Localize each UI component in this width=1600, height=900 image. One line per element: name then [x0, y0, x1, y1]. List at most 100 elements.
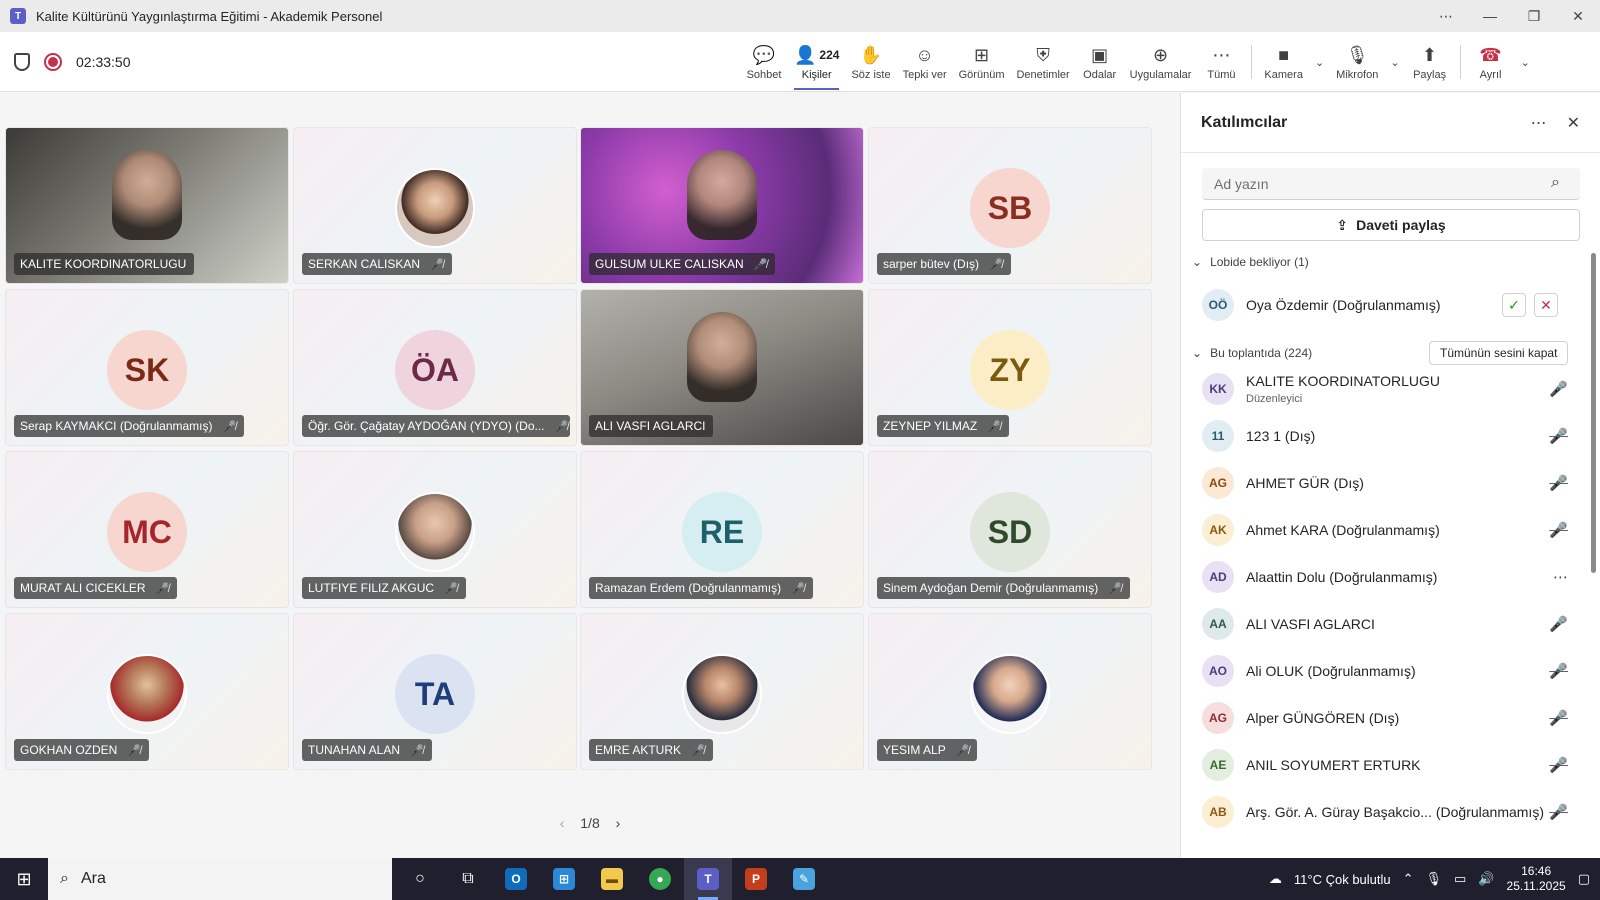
chevron-up-icon[interactable]: ⌃	[1403, 871, 1414, 887]
participant-avatar: SB	[970, 168, 1050, 248]
microphone-icon[interactable]: 🎙	[1426, 871, 1443, 887]
participant-avatar: AB	[1202, 796, 1234, 828]
share-invite-button[interactable]: ⇪ Daveti paylaş	[1202, 209, 1580, 241]
windows-start-icon[interactable]: ⊞	[0, 858, 48, 900]
notifications-icon[interactable]: ▢	[1578, 871, 1590, 887]
search-icon: ⌕	[60, 870, 69, 887]
controls-button[interactable]: ⛨ Denetimler	[1010, 32, 1075, 92]
mic-muted-icon: 🎤̸	[155, 582, 170, 595]
apps-button[interactable]: ⊕ Uygulamalar	[1124, 32, 1198, 92]
more-button[interactable]: ⋯ Tümü	[1197, 32, 1245, 92]
share-icon: ⇪	[1336, 216, 1349, 233]
participant-row[interactable]: AK Ahmet KARA (Doğrulanmamış) 🎤	[1202, 510, 1582, 550]
restore-button[interactable]: ❐	[1512, 0, 1556, 32]
page-indicator: 1/8	[580, 815, 600, 831]
participant-tile[interactable]: KALITE KOORDINATORLUGU	[5, 127, 289, 284]
participant-photo	[107, 654, 187, 734]
rooms-icon: ▣	[1091, 44, 1109, 65]
participant-tile[interactable]: LUTFIYE FILIZ AKGUC 🎤̸	[293, 451, 577, 608]
mic-options-chevron-icon[interactable]: ⌄	[1390, 56, 1399, 69]
participant-tile[interactable]: ZY ZEYNEP YILMAZ 🎤̸	[868, 289, 1152, 446]
mic-muted-icon: 🎤̸	[955, 744, 970, 757]
participant-tile[interactable]: RE Ramazan Erdem (Doğrulanmamış) 🎤̸	[580, 451, 864, 608]
network-icon[interactable]: ▭	[1454, 871, 1466, 887]
participant-tile[interactable]: ÖA Öğr. Gör. Çağatay AYDOĞAN (YDYO) (Do.…	[293, 289, 577, 446]
mic-button[interactable]: 🎙 Mikrofon	[1330, 32, 1384, 92]
mic-muted-icon: 🎤	[1549, 475, 1568, 492]
participant-tile[interactable]: ALI VASFI AGLARCI	[580, 289, 864, 446]
participant-tile[interactable]: SD Sinem Aydoğan Demir (Doğrulanmamış) 🎤̸	[868, 451, 1152, 608]
prev-page-chevron-icon[interactable]: ‹	[560, 815, 565, 831]
mic-muted-icon: 🎤̸	[127, 744, 142, 757]
more-options-icon[interactable]: ⋯	[1424, 0, 1468, 32]
panel-close-icon[interactable]: ✕	[1567, 113, 1580, 133]
participant-photo	[970, 654, 1050, 734]
close-window-button[interactable]: ✕	[1556, 0, 1600, 32]
deny-button[interactable]: ✕	[1534, 293, 1558, 317]
powerpoint-icon[interactable]: P	[732, 858, 780, 900]
chat-button[interactable]: 💬 Sohbet	[740, 32, 788, 92]
camera-options-chevron-icon[interactable]: ⌄	[1315, 56, 1324, 69]
lobby-section-toggle[interactable]: ⌄ Lobide bekliyor (1)	[1192, 255, 1309, 269]
participant-row[interactable]: AG Alper GÜNGÖREN (Dış) 🎤	[1202, 698, 1582, 738]
volume-icon[interactable]: 🔊	[1478, 871, 1494, 887]
minimize-button[interactable]: —	[1468, 0, 1512, 32]
participant-tile[interactable]: SERKAN CALISKAN 🎤̸	[293, 127, 577, 284]
participant-tile[interactable]: SK Serap KAYMAKCI (Doğrulanmamış) 🎤̸	[5, 289, 289, 446]
participant-nametag: Serap KAYMAKCI (Doğrulanmamış) 🎤̸	[14, 415, 245, 437]
task-view-grid-icon[interactable]: ⧉	[444, 858, 492, 900]
clock[interactable]: 16:46 25.11.2025	[1507, 864, 1566, 894]
weather-text[interactable]: 11°C Çok bulutlu	[1294, 872, 1391, 887]
participant-tile[interactable]: MC MURAT ALI CICEKLER 🎤̸	[5, 451, 289, 608]
outlook-icon[interactable]: O	[492, 858, 540, 900]
panel-title: Katılımcılar	[1201, 113, 1288, 131]
meeting-section-toggle[interactable]: ⌄ Bu toplantıda (224)	[1192, 341, 1312, 365]
teams-icon[interactable]: T	[684, 858, 732, 900]
participant-row[interactable]: KK KALITE KOORDINATORLUGU Düzenleyici 🎤	[1202, 369, 1582, 409]
more-options-icon[interactable]: ⋯	[1553, 568, 1568, 586]
participant-row[interactable]: AB Arş. Gör. A. Güray Başakcio... (Doğru…	[1202, 792, 1582, 832]
participant-row[interactable]: AO Ali OLUK (Doğrulanmamış) 🎤	[1202, 651, 1582, 691]
participant-tile[interactable]: EMRE AKTURK 🎤̸	[580, 613, 864, 770]
mic-muted-icon: 🎤̸	[753, 258, 768, 271]
leave-options-chevron-icon[interactable]: ⌄	[1521, 56, 1530, 69]
chrome-icon[interactable]: ●	[636, 858, 684, 900]
participant-row[interactable]: AD Alaattin Dolu (Doğrulanmamış) ⋯	[1202, 557, 1582, 597]
participant-row[interactable]: AE ANIL SOYUMERT ERTURK 🎤	[1202, 745, 1582, 785]
participant-tile[interactable]: TA TUNAHAN ALAN 🎤̸	[293, 613, 577, 770]
participant-tile[interactable]: SB sarper bütev (Dış) 🎤̸	[868, 127, 1152, 284]
rooms-button[interactable]: ▣ Odalar	[1076, 32, 1124, 92]
participant-row[interactable]: AG AHMET GÜR (Dış) 🎤	[1202, 463, 1582, 503]
react-button[interactable]: ☺ Tepki ver	[897, 32, 953, 92]
participant-nametag: Ramazan Erdem (Doğrulanmamış) 🎤̸	[589, 577, 813, 599]
shield-icon[interactable]	[14, 53, 30, 71]
raise-hand-button[interactable]: ✋ Söz iste	[845, 32, 896, 92]
people-button[interactable]: 👤 224 Kişiler	[788, 32, 845, 92]
person-icon: 👤 224	[794, 44, 840, 65]
leave-button[interactable]: ☎ Ayrıl	[1467, 32, 1515, 92]
share-button[interactable]: ⬆ Paylaş	[1406, 32, 1454, 92]
panel-more-icon[interactable]: ⋯	[1531, 113, 1547, 133]
task-view-icon[interactable]: ○	[396, 858, 444, 900]
next-page-chevron-icon[interactable]: ›	[616, 815, 621, 831]
panel-scrollbar[interactable]	[1591, 253, 1596, 573]
view-button[interactable]: ⊞ Görünüm	[953, 32, 1011, 92]
mic-muted-icon: 🎤	[1549, 663, 1568, 680]
taskbar-search[interactable]: ⌕ Ara	[48, 858, 392, 900]
mute-all-button[interactable]: Tümünün sesini kapat	[1429, 341, 1569, 365]
weather-cloud-icon[interactable]: ☁	[1269, 871, 1282, 887]
participant-tile[interactable]: GOKHAN OZDEN 🎤̸	[5, 613, 289, 770]
window-title: Kalite Kültürünü Yaygınlaştırma Eğitimi …	[36, 8, 383, 24]
participant-row[interactable]: AA ALI VASFI AGLARCI 🎤	[1202, 604, 1582, 644]
participant-search-input[interactable]	[1202, 168, 1580, 200]
participant-row[interactable]: 11 123 1 (Dış) 🎤	[1202, 416, 1582, 456]
paint-icon[interactable]: ✎	[780, 858, 828, 900]
participant-photo	[395, 168, 475, 248]
store-icon[interactable]: ⊞	[540, 858, 588, 900]
participant-tile[interactable]: GULSUM ULKE CALISKAN 🎤̸	[580, 127, 864, 284]
participant-tile[interactable]: YESIM ALP 🎤̸	[868, 613, 1152, 770]
search-icon[interactable]: ⌕	[1551, 174, 1560, 192]
camera-button[interactable]: ■ Kamera	[1258, 32, 1309, 92]
admit-button[interactable]: ✓	[1502, 293, 1526, 317]
file-explorer-icon[interactable]: ▬	[588, 858, 636, 900]
